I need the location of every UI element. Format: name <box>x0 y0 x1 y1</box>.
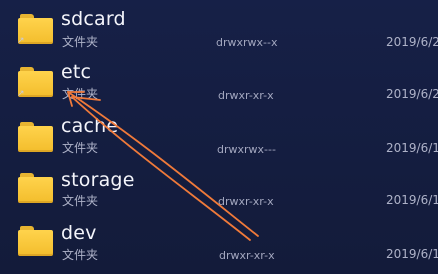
file-date: 2019/6/2 <box>386 35 438 49</box>
file-permissions: drwxr-xr-x <box>219 249 275 262</box>
file-type: 文件夹 <box>62 35 99 49</box>
file-permissions: drwxr-xr-x <box>218 89 274 102</box>
file-date: 2019/6/1 <box>386 247 438 261</box>
symlink-icon: ↗ <box>17 36 25 46</box>
file-type: 文件夹 <box>62 87 99 101</box>
file-name: storage <box>61 169 135 191</box>
file-permissions: drwxrwx--- <box>217 143 276 156</box>
file-browser-screen: ↗ sdcard 文件夹 drwxrwx--x 2019/6/2 ↗ etc 文… <box>0 0 438 274</box>
file-name: dev <box>61 222 97 244</box>
folder-icon <box>18 173 53 203</box>
file-date: 2019/6/1 <box>386 193 438 207</box>
file-date: 2019/6/2 <box>386 87 438 101</box>
folder-icon <box>18 122 53 152</box>
folder-icon <box>18 226 53 256</box>
file-name: etc <box>61 61 92 83</box>
list-item-dev[interactable]: dev 文件夹 drwxr-xr-x 2019/6/1 <box>0 220 438 270</box>
file-type: 文件夹 <box>62 248 99 262</box>
symlink-icon: ↗ <box>17 89 25 99</box>
file-type: 文件夹 <box>62 141 99 155</box>
file-name: cache <box>61 115 119 137</box>
file-permissions: drwxrwx--x <box>216 36 278 49</box>
list-item-etc[interactable]: ↗ etc 文件夹 drwxr-xr-x 2019/6/2 <box>0 58 438 108</box>
file-type: 文件夹 <box>62 194 99 208</box>
file-list: ↗ sdcard 文件夹 drwxrwx--x 2019/6/2 ↗ etc 文… <box>0 0 438 274</box>
file-permissions: drwxr-xr-x <box>218 195 274 208</box>
file-date: 2019/6/1 <box>386 141 438 155</box>
list-item-cache[interactable]: cache 文件夹 drwxrwx--- 2019/6/1 <box>0 114 438 164</box>
list-item-storage[interactable]: storage 文件夹 drwxr-xr-x 2019/6/1 <box>0 168 438 218</box>
file-name: sdcard <box>61 8 126 30</box>
list-item-sdcard[interactable]: ↗ sdcard 文件夹 drwxrwx--x 2019/6/2 <box>0 2 438 52</box>
